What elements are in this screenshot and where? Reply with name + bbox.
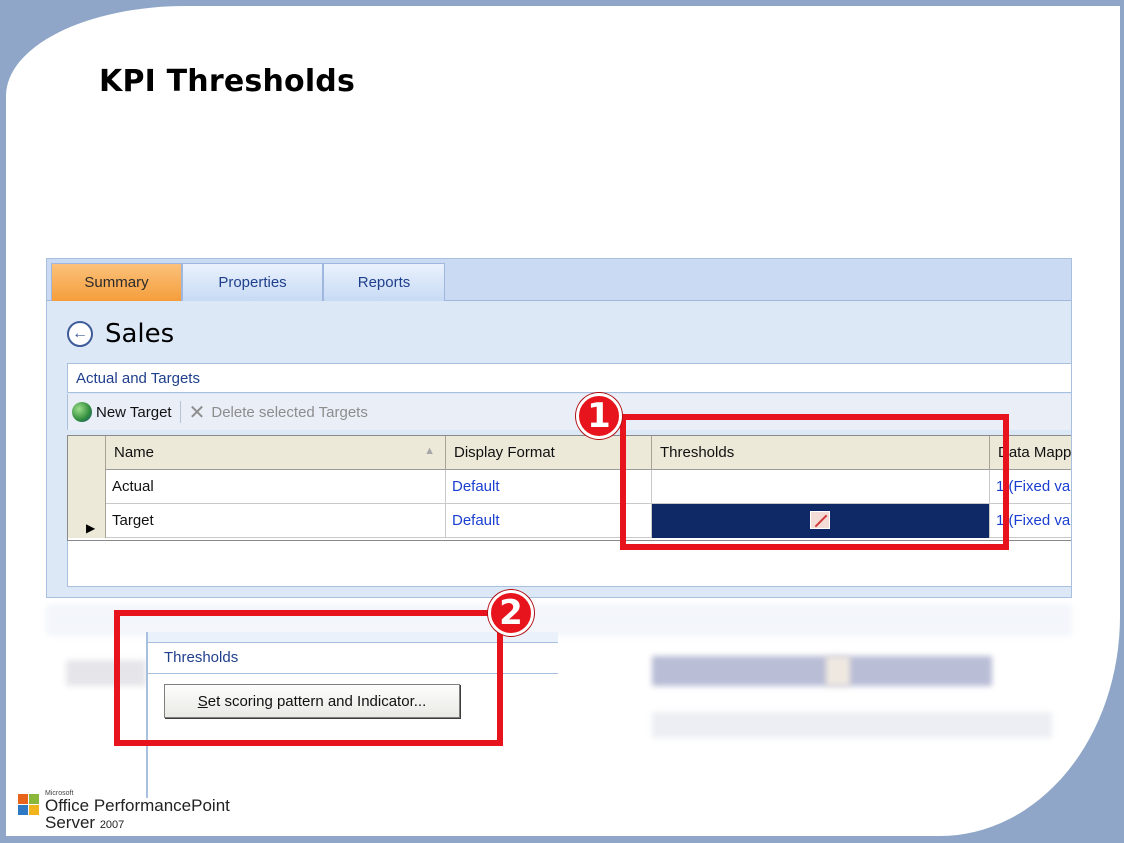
blurred-strip bbox=[652, 712, 1052, 738]
delete-targets-label: Delete selected Targets bbox=[211, 403, 368, 421]
delete-icon: ✕ bbox=[188, 401, 206, 424]
cell-name[interactable]: Actual bbox=[106, 470, 446, 504]
new-target-button[interactable]: New Target bbox=[72, 402, 172, 422]
blurred-strip bbox=[652, 656, 992, 686]
tab-reports[interactable]: Reports bbox=[323, 263, 445, 301]
logo-product: Office PerformancePoint bbox=[45, 796, 230, 815]
slide-title: KPI Thresholds bbox=[99, 64, 356, 99]
row-selector[interactable] bbox=[68, 470, 106, 504]
current-row-pointer-icon: ▶ bbox=[86, 521, 96, 535]
tab-properties[interactable]: Properties bbox=[182, 263, 323, 301]
logo-server: Server 2007 bbox=[45, 814, 230, 831]
tab-summary[interactable]: Summary bbox=[51, 263, 182, 301]
office-performancepoint-logo: Microsoft Office PerformancePoint Server… bbox=[18, 790, 230, 831]
new-target-label: New Target bbox=[96, 403, 172, 421]
cell-name[interactable]: Target bbox=[106, 504, 446, 538]
logo-year: 2007 bbox=[99, 819, 125, 831]
blurred-strip bbox=[826, 656, 850, 686]
callout-box-thresholds-column bbox=[620, 414, 1009, 550]
sort-ascending-icon: ▲ bbox=[424, 445, 435, 457]
callout-number-2: 2 bbox=[488, 590, 534, 636]
section-header: Actual and Targets bbox=[67, 363, 1071, 393]
page-title-row: ← Sales bbox=[67, 319, 174, 349]
back-arrow-icon[interactable]: ← bbox=[67, 321, 93, 347]
delete-targets-button[interactable]: ✕ Delete selected Targets bbox=[189, 400, 368, 425]
office-logo-icon bbox=[18, 794, 42, 816]
new-target-icon bbox=[72, 402, 92, 422]
toolbar-separator bbox=[179, 401, 181, 423]
callout-box-scoring-button bbox=[114, 610, 503, 746]
callout-number-1: 1 bbox=[576, 393, 622, 439]
page-title: Sales bbox=[105, 319, 175, 349]
logo-text: Microsoft Office PerformancePoint Server… bbox=[45, 790, 230, 831]
logo-server-word: Server bbox=[45, 813, 96, 832]
row-selector[interactable]: ▶ bbox=[68, 504, 106, 538]
tab-bar: Summary Properties Reports bbox=[47, 259, 1071, 301]
column-header-name[interactable]: Name ▲ bbox=[106, 436, 446, 470]
column-header-name-label: Name bbox=[114, 444, 155, 461]
row-selector-header bbox=[68, 436, 106, 470]
